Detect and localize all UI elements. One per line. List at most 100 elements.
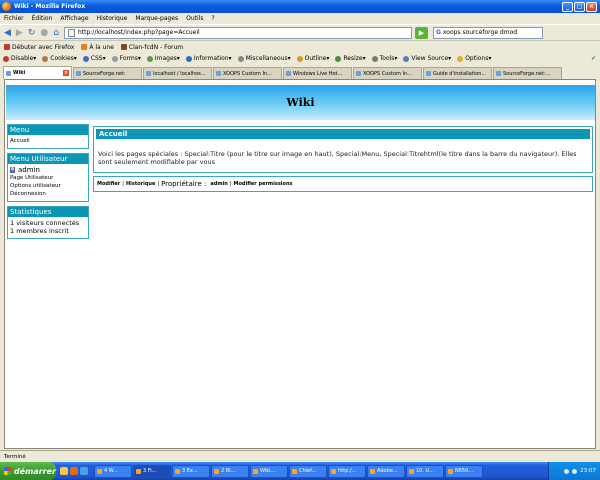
firefox-icon — [2, 2, 11, 11]
url-bar[interactable]: http://localhost/index.php?page=Accueil — [63, 26, 412, 39]
task-icon — [253, 468, 258, 474]
google-icon: G — [435, 29, 441, 36]
search-text: xoops sourceforge dmod — [442, 29, 518, 36]
tools-icon — [371, 55, 378, 62]
webdev-cookies[interactable]: Cookies▾ — [42, 55, 77, 62]
checkmark-icon[interactable]: ✔ — [591, 55, 596, 62]
reload-icon[interactable]: ↻ — [28, 28, 36, 38]
page-viewport: Wiki Menu Accueil Menu Utilisateur admin… — [4, 79, 596, 449]
webdev-tools[interactable]: Tools▾ — [371, 55, 397, 62]
webdev-forms[interactable]: Forms▾ — [111, 55, 141, 62]
taskbar-item[interactable]: 3 Ex... — [172, 464, 210, 478]
quick-launch-icon[interactable] — [60, 467, 68, 475]
back-arrow-icon[interactable]: ◀ — [4, 28, 11, 38]
taskbar-item[interactable]: N650... — [445, 464, 483, 478]
ie-quick-icon[interactable] — [80, 467, 88, 475]
tab-wiki[interactable]: Wiki × — [3, 66, 72, 79]
username: admin — [18, 166, 40, 174]
taskbar-item[interactable]: Wiki... — [250, 464, 288, 478]
webdev-css[interactable]: CSS▾ — [82, 55, 106, 62]
tab-favicon-icon — [6, 70, 11, 76]
permissions-link[interactable]: Modifier permissions — [233, 181, 292, 187]
stat-visitors: 1 visiteurs connectés — [10, 219, 80, 227]
start-button[interactable]: démarrer — [0, 462, 56, 480]
task-icon — [370, 468, 375, 474]
stat-members: 1 membres inscrit — [10, 227, 69, 235]
stats-title: Statistiques — [8, 207, 88, 217]
tab-close-icon[interactable]: × — [63, 70, 69, 76]
task-icon — [175, 468, 180, 474]
bookmark-item[interactable]: Débuter avec Firefox — [4, 44, 74, 51]
site-banner: Wiki — [6, 85, 595, 120]
bookmark-item[interactable]: À la une — [81, 44, 114, 51]
taskbar-item[interactable]: Adobe... — [367, 464, 405, 478]
stop-icon[interactable]: ● — [40, 28, 48, 38]
cookie-icon — [42, 55, 49, 62]
go-arrow-icon[interactable]: ▶ — [414, 26, 428, 39]
tab-bar: Wiki × SourceForge.net: localhost / local… — [0, 65, 600, 79]
menu-historique[interactable]: Historique — [97, 15, 128, 22]
tray-icon[interactable] — [564, 468, 570, 474]
link-options-utilisateur[interactable]: Options utilisateur — [10, 182, 86, 190]
task-icon — [97, 468, 102, 474]
close-button[interactable]: × — [586, 1, 597, 12]
owner-label: Propriétaire : — [161, 180, 207, 188]
menu-marque-pages[interactable]: Marque-pages — [135, 15, 178, 22]
bookmark-item[interactable]: Clan-fcdN - Forum — [120, 44, 183, 51]
menu-block-title: Menu — [8, 125, 88, 135]
webdev-miscellaneous[interactable]: Miscellaneous▾ — [237, 55, 291, 62]
tab-item[interactable]: SourceForge.net: — [73, 67, 142, 79]
tab-item[interactable]: localhost / localhos... — [143, 67, 212, 79]
webdev-options[interactable]: Options▾ — [457, 55, 491, 62]
tab-favicon-icon — [76, 71, 81, 76]
article-title: Accueil — [96, 129, 590, 139]
tab-item[interactable]: Guide d'installation... — [423, 67, 492, 79]
tab-item[interactable]: SourceForge.net:... — [493, 67, 562, 79]
taskbar-item[interactable]: 3 Fi... — [133, 464, 171, 478]
forward-arrow-icon[interactable]: ▶ — [16, 28, 23, 38]
link-deconnexion[interactable]: Déconnexion — [10, 190, 86, 198]
edit-link[interactable]: Modifier — [97, 181, 120, 187]
taskbar-item[interactable]: 10. U... — [406, 464, 444, 478]
firefox-quick-icon[interactable] — [70, 467, 78, 475]
tab-item[interactable]: Windows Live Hot... — [283, 67, 352, 79]
menu-outils[interactable]: Outils — [186, 15, 203, 22]
taskbar-item[interactable]: http:/... — [328, 464, 366, 478]
minimize-button[interactable]: _ — [562, 1, 573, 12]
search-box[interactable]: G xoops sourceforge dmod — [432, 26, 543, 39]
home-icon[interactable]: ⌂ — [53, 28, 59, 38]
taskbar-item[interactable]: 2 Bl... — [211, 464, 249, 478]
webdev-outline[interactable]: Outline▾ — [296, 55, 329, 62]
user-info: admin — [10, 166, 86, 174]
window-titlebar: Wiki - Mozilla Firefox _ □ × — [0, 0, 600, 13]
maximize-button[interactable]: □ — [574, 1, 585, 12]
taskbar-item[interactable]: 4 W... — [94, 464, 132, 478]
webdev-view-source[interactable]: View Source▾ — [403, 55, 451, 62]
tab-favicon-icon — [286, 71, 291, 76]
tab-item[interactable]: XOOPS Custom In... — [353, 67, 422, 79]
taskbar-item[interactable]: Chief... — [289, 464, 327, 478]
menu-link-accueil[interactable]: Accueil — [10, 137, 86, 145]
webdev-disable[interactable]: Disable▾ — [3, 55, 36, 62]
menu-block: Menu Accueil — [7, 124, 89, 149]
history-link[interactable]: Historique — [126, 181, 155, 187]
tray-icon[interactable] — [572, 468, 578, 474]
status-text: Terminé — [4, 453, 26, 460]
menu-edition[interactable]: Édition — [32, 15, 53, 22]
navigation-toolbar: ◀ ▶ ↻ ● ⌂ http://localhost/index.php?pag… — [0, 24, 600, 41]
bookmarks-toolbar: Débuter avec Firefox À la une Clan-fcdN … — [0, 41, 600, 53]
link-page-utilisateur[interactable]: Page Utilisateur — [10, 174, 86, 182]
forms-icon — [111, 55, 118, 62]
menu-fichier[interactable]: Fichier — [4, 15, 24, 22]
clan-icon — [120, 44, 127, 50]
rss-icon — [81, 44, 88, 50]
owner-name: admin — [210, 181, 228, 187]
page-icon — [67, 28, 75, 37]
menu-affichage[interactable]: Affichage — [60, 15, 88, 22]
webdev-images[interactable]: Images▾ — [146, 55, 180, 62]
tab-item[interactable]: XOOPS Custom In... — [213, 67, 282, 79]
menu-help[interactable]: ? — [211, 15, 214, 22]
clock: 23:07 — [580, 468, 596, 474]
webdev-resize[interactable]: Resize▾ — [335, 55, 366, 62]
webdev-information[interactable]: Information▾ — [185, 55, 232, 62]
